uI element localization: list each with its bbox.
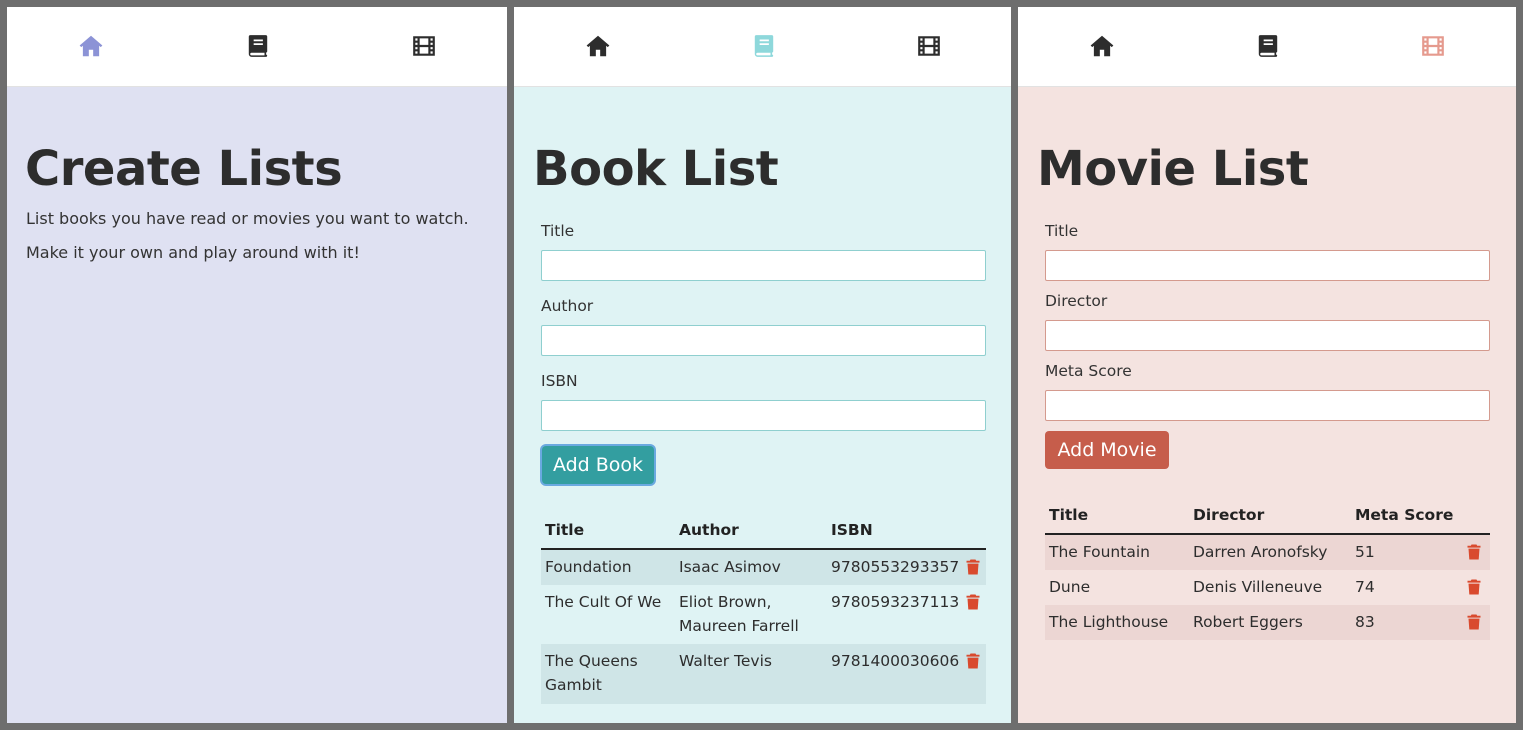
table-row: Dune Denis Villeneuve 74 — [1045, 570, 1490, 605]
book-isbn-cell: 9780553293357 — [831, 558, 960, 576]
book-author-cell: Isaac Asimov — [679, 558, 781, 576]
house-icon[interactable] — [78, 33, 104, 59]
navbar — [7, 7, 507, 87]
movie-title-cell: The Lighthouse — [1049, 613, 1169, 631]
column-header-title: Title — [545, 521, 585, 539]
home-panel: Create Lists List books you have read or… — [7, 7, 507, 723]
intro-line-1: List books you have read or movies you w… — [26, 209, 469, 228]
book-isbn-cell: 9781400030606 — [831, 652, 960, 670]
movie-score-cell: 83 — [1355, 613, 1375, 631]
table-row: The Queens Gambit Walter Tevis 978140003… — [541, 644, 986, 704]
column-header-author: Author — [679, 521, 739, 539]
book-title-cell: The Queens Gambit — [545, 652, 638, 694]
house-icon[interactable] — [585, 33, 611, 59]
book-isbn-cell: 9780593237113 — [831, 593, 960, 611]
page-title: Movie List — [1037, 141, 1309, 197]
meta-score-label: Meta Score — [1045, 362, 1132, 380]
book-title-cell: The Cult Of We — [545, 593, 662, 611]
film-icon[interactable] — [916, 33, 942, 59]
page-title: Book List — [533, 141, 779, 197]
column-header-director: Director — [1193, 506, 1265, 524]
navbar — [514, 7, 1011, 87]
isbn-label: ISBN — [541, 372, 578, 390]
trash-icon[interactable] — [1467, 544, 1481, 560]
movie-director-cell: Robert Eggers — [1193, 613, 1303, 631]
table-row: The Lighthouse Robert Eggers 83 — [1045, 605, 1490, 640]
books-panel: Book List Title Author ISBN Add Book Tit… — [514, 7, 1011, 723]
column-header-title: Title — [1049, 506, 1089, 524]
book-title-cell: Foundation — [545, 558, 632, 576]
book-author-cell: Eliot Brown, Maureen Farrell — [679, 593, 799, 635]
trash-icon[interactable] — [966, 559, 980, 575]
table-row: The Cult Of We Eliot Brown, Maureen Farr… — [541, 585, 986, 644]
title-label: Title — [541, 222, 575, 240]
column-header-meta-score: Meta Score — [1355, 506, 1454, 524]
director-input[interactable] — [1045, 320, 1490, 351]
author-label: Author — [541, 297, 594, 315]
movie-director-cell: Darren Aronofsky — [1193, 543, 1328, 561]
title-input[interactable] — [541, 250, 986, 281]
title-label: Title — [1045, 222, 1079, 240]
table-row: Foundation Isaac Asimov 9780553293357 — [541, 550, 986, 585]
column-header-isbn: ISBN — [831, 521, 873, 539]
author-input[interactable] — [541, 325, 986, 356]
trash-icon[interactable] — [966, 653, 980, 669]
film-icon[interactable] — [411, 33, 437, 59]
trash-icon[interactable] — [1467, 579, 1481, 595]
book-author-cell: Walter Tevis — [679, 652, 772, 670]
table-row: The Fountain Darren Aronofsky 51 — [1045, 535, 1490, 570]
movie-score-cell: 74 — [1355, 578, 1375, 596]
add-movie-button[interactable]: Add Movie — [1045, 431, 1169, 469]
trash-icon[interactable] — [966, 594, 980, 610]
navbar — [1018, 7, 1516, 87]
add-book-button[interactable]: Add Book — [542, 446, 654, 484]
book-icon[interactable] — [1255, 33, 1281, 59]
book-icon[interactable] — [751, 33, 777, 59]
movie-title-cell: Dune — [1049, 578, 1091, 596]
title-input[interactable] — [1045, 250, 1490, 281]
intro-line-2: Make it your own and play around with it… — [26, 243, 360, 262]
trash-icon[interactable] — [1467, 614, 1481, 630]
meta-score-input[interactable] — [1045, 390, 1490, 421]
movies-panel: Movie List Title Director Meta Score Add… — [1018, 7, 1516, 723]
movie-title-cell: The Fountain — [1049, 543, 1150, 561]
movie-score-cell: 51 — [1355, 543, 1375, 561]
isbn-input[interactable] — [541, 400, 986, 431]
director-label: Director — [1045, 292, 1108, 310]
book-icon[interactable] — [245, 33, 271, 59]
film-icon[interactable] — [1420, 33, 1446, 59]
house-icon[interactable] — [1089, 33, 1115, 59]
page-title: Create Lists — [25, 141, 343, 197]
movie-director-cell: Denis Villeneuve — [1193, 578, 1323, 596]
